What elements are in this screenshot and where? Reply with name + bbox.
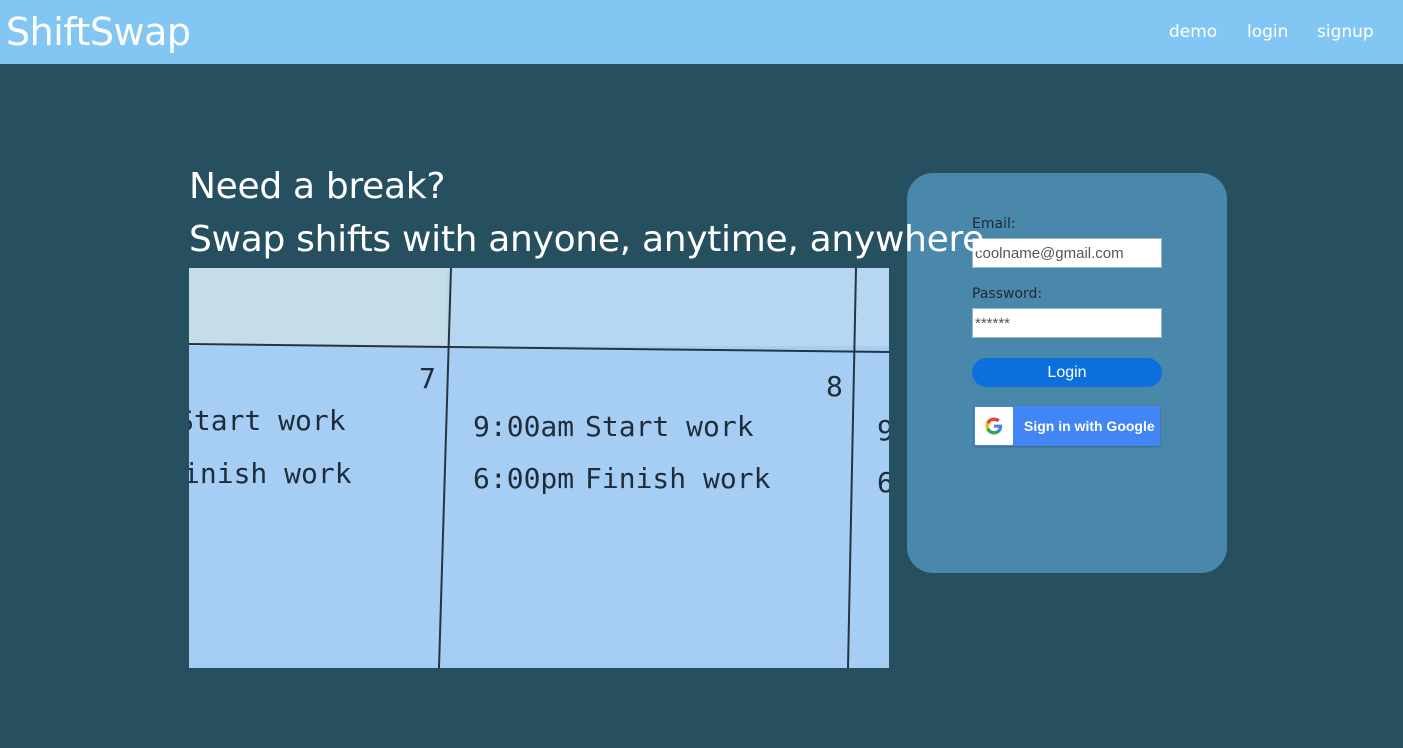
google-g-icon xyxy=(985,417,1003,435)
schedule-b-start-text: Start work xyxy=(585,410,754,443)
google-logo-container xyxy=(975,407,1013,445)
schedule-day-8: 8 xyxy=(826,370,843,403)
schedule-day-7: 7 xyxy=(419,362,436,395)
nav-link-demo[interactable]: demo xyxy=(1169,22,1217,42)
schedule-a-finish: inish work xyxy=(189,457,352,490)
hero-schedule-image: 7 8 Start work inish work 9:00am Start w… xyxy=(189,268,889,668)
google-signin-button[interactable]: Sign in with Google xyxy=(974,406,1160,446)
schedule-c-finish: 6 xyxy=(877,466,889,499)
schedule-b-finish-text: Finish work xyxy=(585,462,771,495)
schedule-b-start-time: 9:00am xyxy=(473,410,575,443)
navbar: ShiftSwap demo login signup xyxy=(0,0,1403,64)
hero-headline-line1: Need a break? xyxy=(189,166,446,207)
schedule-a-start: Start work xyxy=(189,404,346,437)
email-field[interactable] xyxy=(972,238,1162,268)
hero-headline-line2: Swap shifts with anyone, anytime, anywhe… xyxy=(189,219,985,260)
nav-link-login[interactable]: login xyxy=(1247,22,1288,42)
brand-logo[interactable]: ShiftSwap xyxy=(6,13,191,51)
google-signin-label: Sign in with Google xyxy=(1024,418,1155,434)
nav-link-signup[interactable]: signup xyxy=(1317,22,1374,42)
password-field[interactable] xyxy=(972,308,1162,338)
login-button[interactable]: Login xyxy=(972,358,1162,387)
password-label: Password: xyxy=(972,286,1043,302)
schedule-c-start: 9 xyxy=(877,414,889,447)
schedule-b-finish-time: 6:00pm xyxy=(473,462,575,495)
